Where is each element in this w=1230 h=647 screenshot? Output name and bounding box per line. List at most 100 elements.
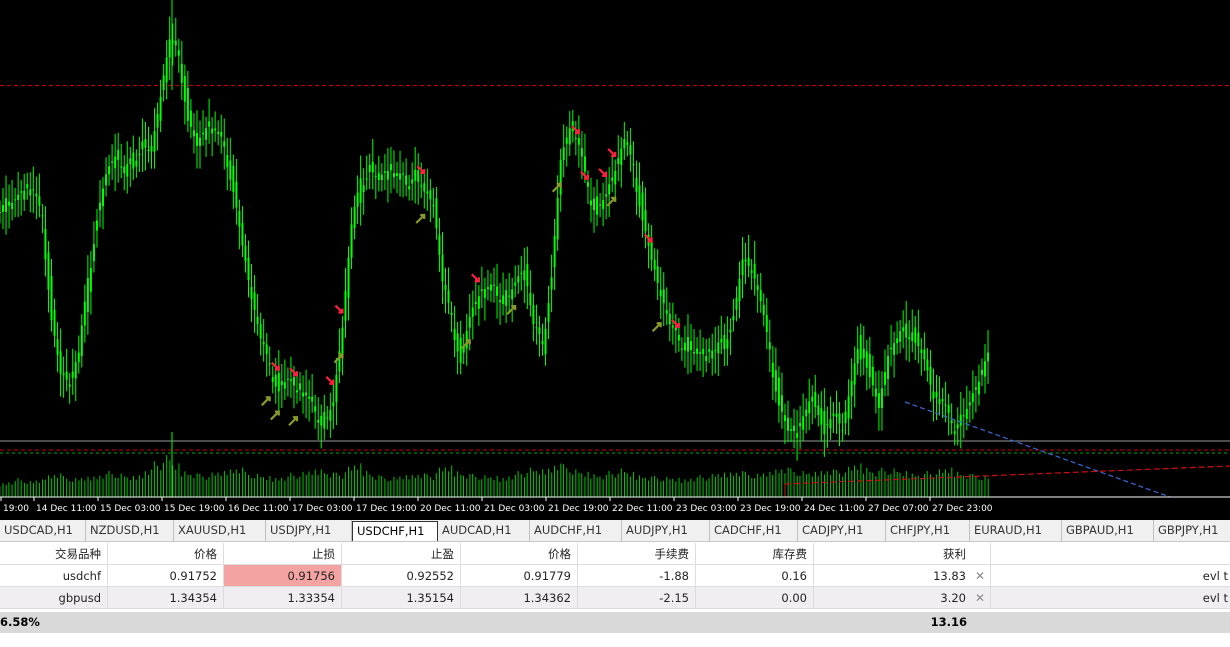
close-position-icon[interactable]: ✕: [973, 565, 987, 586]
table-header-row: 交易品种 价格 止损 止盈 价格 手续费 库存费 获利: [0, 543, 1230, 565]
candle-body: [820, 408, 823, 425]
candle-body: [123, 166, 126, 174]
time-tick-label: 15 Dec 03:00: [100, 504, 161, 514]
candle-body: [593, 198, 596, 211]
table-row[interactable]: usdchf 0.91752 0.91756 0.92552 0.91779 -…: [0, 565, 1230, 587]
candle-body: [380, 174, 383, 181]
candle-body: [217, 131, 220, 134]
stop-loss-cell[interactable]: 0.91756: [224, 565, 342, 586]
tab-audcad-h1[interactable]: AUDCAD,H1: [438, 520, 530, 541]
candle-body: [202, 132, 205, 135]
sell-arrow-icon: [607, 148, 617, 158]
tab-euraud-h1[interactable]: EURAUD,H1: [970, 520, 1062, 541]
tab-xauusd-h1[interactable]: XAUUSD,H1: [174, 520, 266, 541]
candle-body: [174, 40, 177, 46]
candle-body: [141, 141, 144, 150]
time-tick-label: 27 Dec 23:00: [932, 504, 993, 514]
candle-body: [871, 366, 874, 386]
candle-body: [602, 199, 605, 210]
candle-body: [920, 349, 923, 353]
candle-body: [399, 173, 402, 180]
tab-usdcad-h1[interactable]: USDCAD,H1: [0, 520, 86, 541]
candle-body: [483, 289, 486, 298]
tab-nzdusd-h1[interactable]: NZDUSD,H1: [86, 520, 174, 541]
candle-body: [377, 172, 380, 181]
candle-body: [32, 189, 35, 191]
tab-usdchf-h1[interactable]: USDCHF,H1: [352, 521, 438, 541]
candle-body: [359, 178, 362, 203]
candle-body: [535, 327, 538, 329]
candle-body: [529, 293, 532, 306]
price-open-cell: 1.34354: [108, 587, 224, 608]
candle-body: [232, 165, 235, 192]
candle-body: [984, 361, 986, 377]
candle-body: [714, 349, 717, 351]
time-tick-label: 23 Dec 03:00: [676, 504, 737, 514]
candle-body: [432, 205, 435, 207]
candle-body: [729, 329, 732, 333]
candle-body: [180, 63, 183, 83]
candle-body: [65, 371, 68, 380]
candle-body: [817, 405, 820, 416]
close-position-icon[interactable]: ✕: [973, 587, 987, 608]
candle-body: [847, 396, 850, 419]
candle-body: [829, 419, 832, 429]
tab-cadjpy-h1[interactable]: CADJPY,H1: [798, 520, 886, 541]
tab-gbpjpy-h1[interactable]: GBPJPY,H1: [1154, 520, 1230, 541]
stop-loss-cell[interactable]: 1.33354: [224, 587, 342, 608]
candle-body: [835, 413, 838, 417]
candle-body: [705, 356, 708, 361]
candle-body: [741, 259, 744, 276]
candle-body: [86, 278, 89, 313]
candle-body: [74, 362, 77, 379]
comment-cell: evl t: [1202, 569, 1228, 583]
candle-body: [938, 399, 941, 405]
candle-body: [538, 327, 541, 335]
candle-body: [35, 193, 38, 197]
candle-body: [274, 375, 277, 387]
time-tick-label: 17 Dec 03:00: [292, 504, 353, 514]
tab-chfjpy-h1[interactable]: CHFJPY,H1: [886, 520, 970, 541]
candle-body: [62, 373, 65, 376]
time-tick-label: 14 Dec 11:00: [36, 504, 97, 514]
candle-body: [183, 75, 186, 102]
candle-body: [883, 372, 886, 385]
candle-body: [947, 405, 950, 413]
candle-body: [268, 363, 271, 365]
candle-body: [744, 259, 747, 262]
symbol-tabs: USDCAD,H1 NZDUSD,H1 XAUUSD,H1 USDJPY,H1 USDC…: [0, 520, 1230, 542]
candle-body: [683, 342, 686, 351]
candle-body: [644, 210, 647, 232]
candle-body: [690, 341, 693, 350]
tab-audjpy-h1[interactable]: AUDJPY,H1: [622, 520, 710, 541]
candle-body: [489, 284, 492, 291]
buy-arrow-icon: [551, 182, 562, 193]
candle-body: [656, 266, 659, 283]
take-profit-cell[interactable]: 1.35154: [342, 587, 461, 608]
candle-body: [956, 424, 959, 429]
candle-body: [56, 339, 59, 355]
candle-body: [756, 285, 759, 290]
candle-body: [844, 411, 847, 424]
take-profit-cell[interactable]: 0.92552: [342, 565, 461, 586]
price-chart[interactable]: 19:00 14 Dec 11:00 15 Dec 03:00 15 Dec 19:0…: [0, 0, 1230, 520]
candle-body: [562, 147, 565, 161]
candle-body: [177, 50, 180, 56]
total-profit: 13.16: [930, 615, 967, 629]
table-row[interactable]: gbpusd 1.34354 1.33354 1.35154 1.34362 -…: [0, 587, 1230, 609]
candle-body: [295, 390, 298, 393]
candle-body: [959, 414, 962, 426]
tab-usdjpy-h1[interactable]: USDJPY,H1: [266, 520, 352, 541]
candlestick-chart[interactable]: 19:00 14 Dec 11:00 15 Dec 03:00 15 Dec 19:0…: [0, 0, 1230, 520]
candle-body: [720, 338, 723, 343]
tab-cadchf-h1[interactable]: CADCHF,H1: [710, 520, 798, 541]
candle-body: [911, 332, 914, 342]
candle-body: [314, 406, 317, 412]
candle-body: [965, 408, 968, 419]
tab-audchf-h1[interactable]: AUDCHF,H1: [530, 520, 622, 541]
candle-body: [650, 242, 653, 260]
commission-cell: -1.88: [578, 565, 696, 586]
candle-body: [717, 342, 720, 354]
tab-gbpaud-h1[interactable]: GBPAUD,H1: [1062, 520, 1154, 541]
candle-body: [702, 348, 705, 355]
